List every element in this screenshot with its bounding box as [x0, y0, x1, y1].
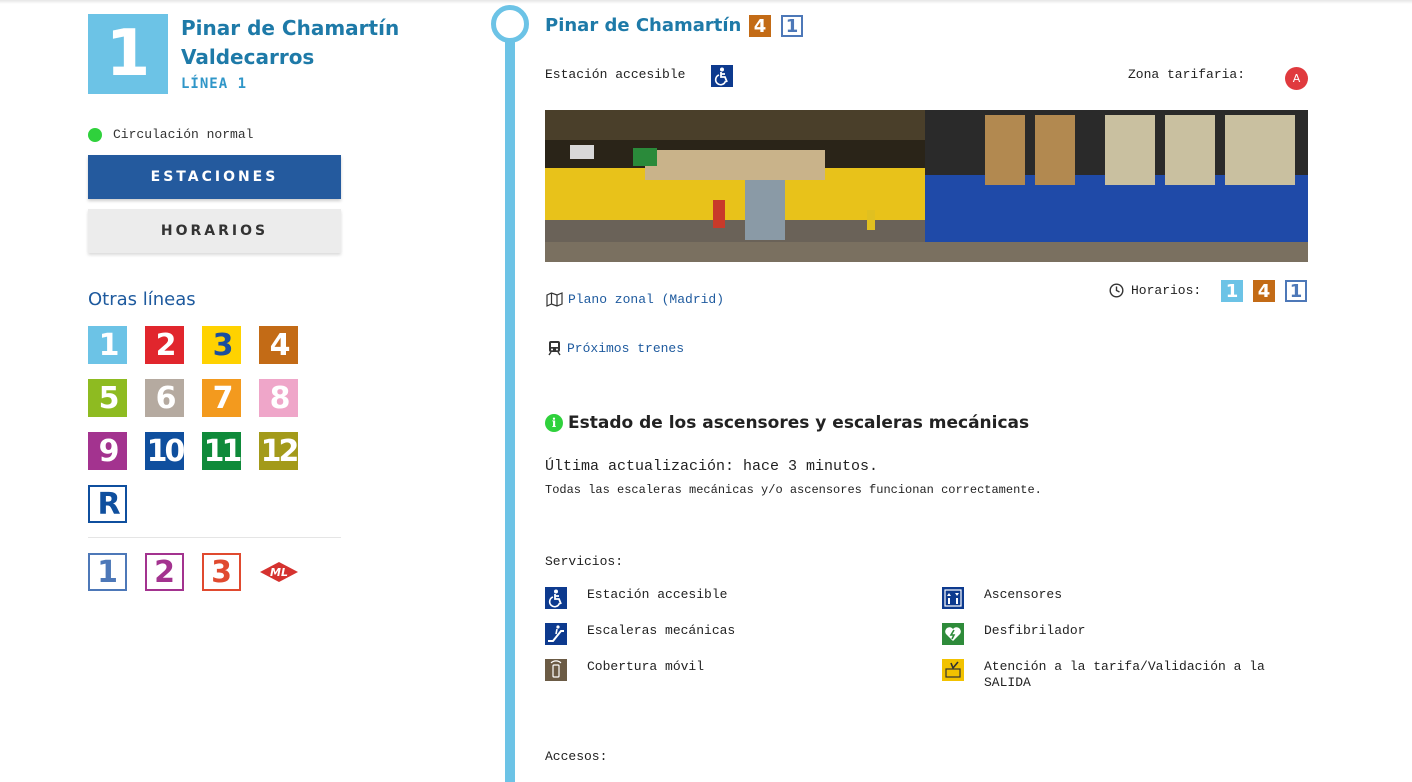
schedules-label-text: Horarios:	[1131, 283, 1202, 298]
line-badge-r[interactable]: R	[88, 485, 127, 523]
line-label: LÍNEA 1	[181, 76, 248, 92]
last-update: Última actualización: hace 3 minutos.	[545, 458, 879, 475]
service-label: Ascensores	[984, 587, 1063, 602]
accessible-label: Estación accesible	[545, 67, 686, 82]
line-name: Pinar de Chamartín Valdecarros	[181, 14, 399, 72]
schedules-label: Horarios:	[1109, 283, 1201, 298]
top-shadow	[0, 0, 1412, 4]
schedules-button[interactable]: HORARIOS	[88, 209, 341, 253]
line-badge-7[interactable]: 7	[202, 379, 241, 417]
line-badge-10[interactable]: 10	[145, 432, 185, 470]
zonal-map-link[interactable]: Plano zonal (Madrid)	[546, 292, 724, 307]
next-trains-link-label: Próximos trenes	[567, 340, 685, 356]
light-rail-lines: 1 2 3 ML	[88, 553, 299, 591]
metro-ligero-logo[interactable]: ML	[259, 553, 299, 591]
schedule-light-1[interactable]: 1	[1285, 280, 1307, 302]
zone-label: Zona tarifaria:	[1128, 67, 1246, 82]
accesses-title: Accesos:	[545, 749, 608, 764]
line-badge-11[interactable]: 11	[202, 432, 242, 470]
info-icon: i	[545, 414, 563, 432]
line-badge-5[interactable]: 5	[88, 379, 127, 417]
line-badge-1[interactable]: 1	[88, 326, 127, 364]
elevators-status-title: i Estado de los ascensores y escaleras m…	[545, 413, 1029, 433]
line-destination: Valdecarros	[181, 45, 315, 69]
services-title: Servicios:	[545, 554, 624, 569]
next-trains-link[interactable]: Próximos trenes	[547, 340, 684, 356]
zone-badge: A	[1285, 67, 1308, 90]
station-photo	[545, 110, 1308, 262]
divider	[88, 537, 341, 538]
other-lines-grid: 1 2 3 4 5 6 7 8 9 10 11 12 R	[88, 326, 328, 523]
service-label: Desfibrilador	[984, 623, 1086, 638]
wheelchair-icon	[545, 587, 567, 609]
service-item: Desfibrilador	[942, 623, 1284, 645]
clock-icon	[1109, 283, 1124, 298]
ticket-validation-icon	[942, 659, 964, 681]
map-icon	[546, 292, 563, 307]
service-label: Atención a la tarifa/Validación a la SAL…	[984, 659, 1265, 690]
other-lines-title: Otras líneas	[88, 289, 196, 310]
train-icon	[548, 341, 561, 356]
line-badge-2[interactable]: 2	[145, 326, 184, 364]
schedule-line-1[interactable]: 1	[1221, 280, 1243, 302]
line-status: Circulación normal	[88, 127, 253, 142]
line-badge-8[interactable]: 8	[259, 379, 298, 417]
line-origin: Pinar de Chamartín	[181, 16, 400, 40]
line-badge-6[interactable]: 6	[145, 379, 184, 417]
service-item: Escaleras mecánicas	[545, 623, 887, 645]
line-badge-3[interactable]: 3	[202, 326, 241, 364]
elevators-status-message: Todas las escaleras mecánicas y/o ascens…	[545, 483, 1042, 497]
line-timeline	[505, 24, 515, 782]
light-rail-badge-2[interactable]: 2	[145, 553, 184, 591]
line-badge-4[interactable]: 4	[259, 326, 298, 364]
defibrillator-icon	[942, 623, 964, 645]
mobile-coverage-icon	[545, 659, 567, 681]
station-marker	[491, 5, 529, 43]
metro-ligero-logo-text: ML	[270, 565, 288, 579]
service-label: Cobertura móvil	[587, 659, 705, 674]
elevators-status-title-text: Estado de los ascensores y escaleras mec…	[568, 413, 1030, 433]
elevator-icon	[942, 587, 964, 609]
service-label: Escaleras mecánicas	[587, 623, 736, 638]
station-name: Pinar de Chamartín	[545, 15, 742, 36]
zonal-map-link-label: Plano zonal (Madrid)	[568, 292, 725, 307]
service-item: Estación accesible	[545, 587, 887, 609]
service-item: Ascensores	[942, 587, 1284, 609]
wheelchair-icon	[711, 65, 733, 87]
connection-line-4[interactable]: 4	[749, 15, 771, 37]
service-label: Estación accesible	[587, 587, 728, 602]
stations-button[interactable]: ESTACIONES	[88, 155, 341, 199]
escalator-icon	[545, 623, 567, 645]
light-rail-badge-3[interactable]: 3	[202, 553, 241, 591]
status-text: Circulación normal	[113, 127, 254, 142]
line-badge: 1	[88, 14, 168, 94]
line-badge-9[interactable]: 9	[88, 432, 127, 470]
service-item: Atención a la tarifa/Validación a la SAL…	[942, 659, 1284, 691]
light-rail-badge-1[interactable]: 1	[88, 553, 127, 591]
schedule-line-4[interactable]: 4	[1253, 280, 1275, 302]
status-dot-icon	[88, 127, 102, 142]
line-badge-12[interactable]: 12	[259, 432, 299, 470]
service-item: Cobertura móvil	[545, 659, 887, 681]
connection-light-1[interactable]: 1	[781, 15, 803, 37]
